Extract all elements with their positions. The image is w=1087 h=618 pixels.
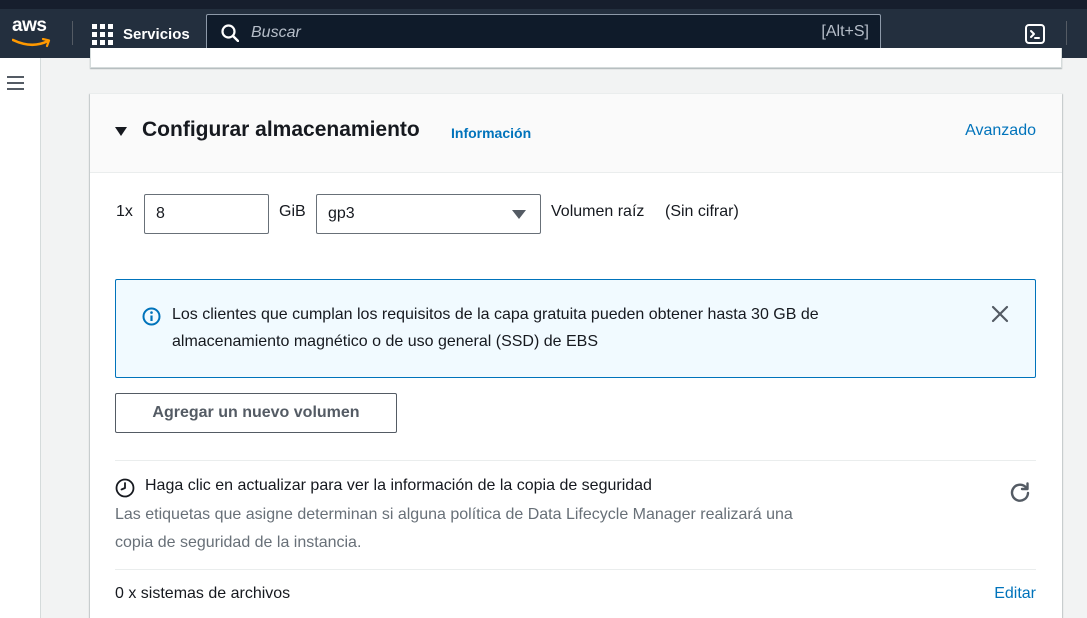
section-divider [115,569,1036,570]
volume-type-value: gp3 [328,205,355,222]
storage-config-card: Configurar almacenamiento Información Av… [90,93,1062,618]
size-unit-label: GiB [279,203,306,220]
backup-info-description: Las etiquetas que asigne determinan si a… [115,506,793,551]
volume-type-select[interactable]: gp3 [316,194,541,234]
file-systems-label: 0 x sistemas de archivos [115,585,291,602]
aws-smile-icon [12,38,51,48]
advanced-link[interactable]: Avanzado [965,122,1036,140]
menu-hamburger-icon[interactable] [7,76,24,90]
nav-divider [72,21,73,45]
free-tier-info-alert: Los clientes que cumplan los requisitos … [115,279,1036,378]
search-shortcut-hint: [Alt+S] [821,23,869,40]
add-volume-button[interactable]: Agregar un nuevo volumen [115,393,397,433]
caret-down-icon [512,210,526,219]
refresh-icon[interactable] [1009,481,1031,503]
clock-icon [115,478,135,498]
info-circle-icon [142,307,161,326]
encryption-status-label: (Sin cifrar) [665,203,739,220]
aws-logo[interactable]: aws [12,12,54,52]
services-menu-button[interactable]: Servicios [92,21,190,47]
volume-quantity-label: 1x [116,203,133,220]
search-input[interactable] [251,21,751,45]
edit-file-systems-link[interactable]: Editar [994,585,1036,603]
root-volume-label: Volumen raíz [551,203,645,220]
storage-card-header: Configurar almacenamiento Información Av… [90,94,1062,173]
previous-section-card [90,48,1062,68]
nav-divider-right [1066,21,1067,45]
caret-down-icon[interactable] [115,127,127,136]
close-icon[interactable] [991,305,1009,323]
cloudshell-icon[interactable] [1024,23,1046,45]
volume-size-input[interactable] [144,194,269,234]
info-link[interactable]: Información [451,125,531,141]
search-box[interactable]: [Alt+S] [206,14,881,52]
search-icon [221,24,239,42]
section-title[interactable]: Configurar almacenamiento [142,118,420,142]
grid-menu-icon [92,23,113,45]
side-navigation-rail [0,58,41,618]
alert-message: Los clientes que cumplan los requisitos … [172,306,819,350]
section-divider [115,460,1036,461]
backup-info-title: Haga clic en actualizar para ver la info… [145,477,652,494]
aws-logo-text: aws [12,15,47,36]
services-label: Servicios [123,25,190,43]
